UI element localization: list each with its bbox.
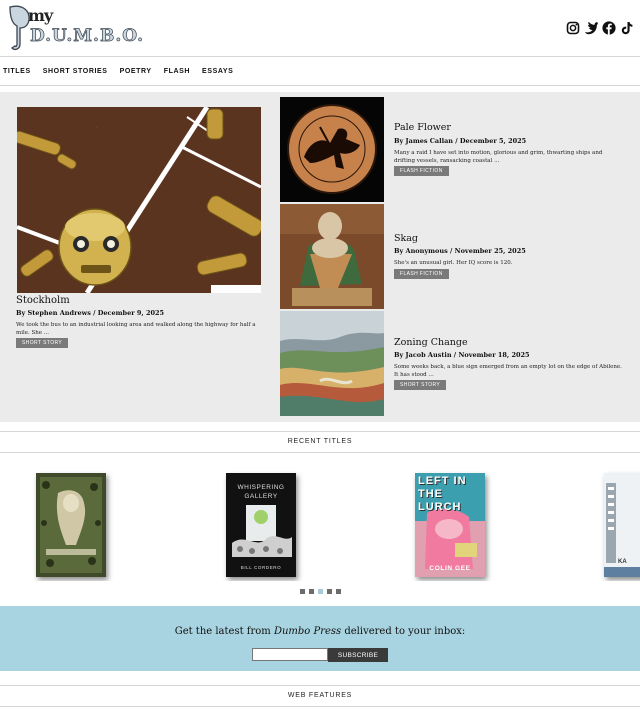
featured-side-item: Zoning Change By Jacob Austin / November… (280, 311, 640, 416)
skag-image[interactable] (280, 204, 384, 309)
book-cover[interactable]: LEFT IN THE LURCH COLIN GEE (415, 473, 485, 577)
plate-artwork-image (280, 97, 384, 202)
side-item-excerpt: Some weeks back, a blue sign emerged fro… (394, 364, 622, 378)
carousel-pagination (300, 589, 341, 594)
carousel-dot[interactable] (309, 589, 314, 594)
nav-poetry[interactable]: POETRY (120, 68, 152, 75)
robot-artwork-image (17, 107, 261, 293)
recent-titles-carousel: WHISPERING GALLERY BILL CORDERO LEFT IN … (0, 466, 640, 581)
side-item-tag[interactable]: SHORT STORY (394, 380, 447, 390)
landscape-artwork-image (280, 311, 384, 416)
side-item-byline: By James Callan / December 5, 2025 (394, 137, 527, 145)
nav-flash[interactable]: FLASH (164, 68, 190, 75)
facebook-icon[interactable] (602, 20, 616, 35)
featured-side-item: Skag By Anonymous / November 25, 2025 Sh… (280, 204, 640, 309)
main-nav: TITLES SHORT STORIES POETRY FLASH ESSAYS (0, 58, 640, 86)
featured-main-title[interactable]: Stockholm (16, 295, 70, 306)
subscribe-button[interactable]: SUBSCRIBE (328, 648, 388, 662)
book-author-text: KA (618, 559, 627, 565)
newsletter-text-prefix: Get the latest from (174, 626, 274, 637)
pale-flower-image[interactable] (280, 97, 384, 202)
side-item-title[interactable]: Skag (394, 233, 418, 244)
nav-essays[interactable]: ESSAYS (202, 68, 233, 75)
book-cover[interactable]: KA (604, 473, 640, 577)
site-header: my D.U.M.B.O. (0, 0, 640, 57)
newsletter-section: Get the latest from Dumbo Press delivere… (0, 606, 640, 671)
email-input[interactable] (252, 648, 328, 661)
book-title-text: LEFT IN THE LURCH (418, 475, 467, 513)
featured-main-byline: By Stephen Andrews / December 9, 2025 (16, 309, 165, 317)
newsletter-text-suffix: delivered to your inbox: (341, 626, 466, 637)
carousel-dot-active[interactable] (318, 589, 323, 594)
featured-side-item: Pale Flower By James Callan / December 5… (280, 97, 640, 202)
tiktok-icon[interactable] (620, 20, 634, 35)
logo-my-text: my (28, 6, 53, 25)
instagram-icon[interactable] (566, 20, 580, 35)
featured-main-image[interactable] (17, 107, 261, 293)
carousel-dot[interactable] (336, 589, 341, 594)
book-author-text: COLIN GEE (429, 565, 471, 572)
twitter-icon[interactable] (584, 20, 598, 35)
nav-titles[interactable]: TITLES (3, 68, 31, 75)
carousel-dot[interactable] (300, 589, 305, 594)
recent-titles-heading: RECENT TITLES (0, 431, 640, 453)
book-cover[interactable]: WHISPERING GALLERY BILL CORDERO (226, 473, 296, 577)
featured-main-tag[interactable]: SHORT STORY (16, 338, 69, 348)
book-title-text: WHISPERING GALLERY (237, 484, 285, 500)
side-item-excerpt: She's an unusual girl. Her IQ score is 1… (394, 260, 513, 266)
book-cover-image (36, 473, 106, 577)
zoning-change-image[interactable] (280, 311, 384, 416)
site-logo[interactable]: my D.U.M.B.O. (6, 4, 143, 54)
newsletter-text-brand: Dumbo Press (273, 626, 342, 637)
newsletter-text: Get the latest from Dumbo Press delivere… (0, 626, 640, 637)
book-cover[interactable] (36, 473, 106, 577)
side-item-tag[interactable]: FLASH FICTION (394, 269, 449, 279)
social-links (566, 20, 634, 35)
side-item-tag[interactable]: FLASH FICTION (394, 166, 449, 176)
featured-section: Stockholm By Stephen Andrews / December … (0, 92, 640, 422)
carousel-dot[interactable] (327, 589, 332, 594)
side-item-excerpt: Many a raid I have set into motion, glor… (394, 150, 603, 164)
side-item-title[interactable]: Pale Flower (394, 122, 451, 133)
sculpture-artwork-image (280, 204, 384, 309)
side-item-title[interactable]: Zoning Change (394, 337, 468, 348)
book-author-text: BILL CORDERO (240, 565, 282, 570)
nav-short-stories[interactable]: SHORT STORIES (43, 68, 108, 75)
web-features-heading: WEB FEATURES (0, 685, 640, 707)
side-item-byline: By Anonymous / November 25, 2025 (394, 247, 526, 255)
side-item-byline: By Jacob Austin / November 18, 2025 (394, 351, 530, 359)
logo-dumbo-text: D.U.M.B.O. (30, 26, 144, 47)
featured-main-excerpt: We took the bus to an industrial looking… (16, 322, 256, 336)
